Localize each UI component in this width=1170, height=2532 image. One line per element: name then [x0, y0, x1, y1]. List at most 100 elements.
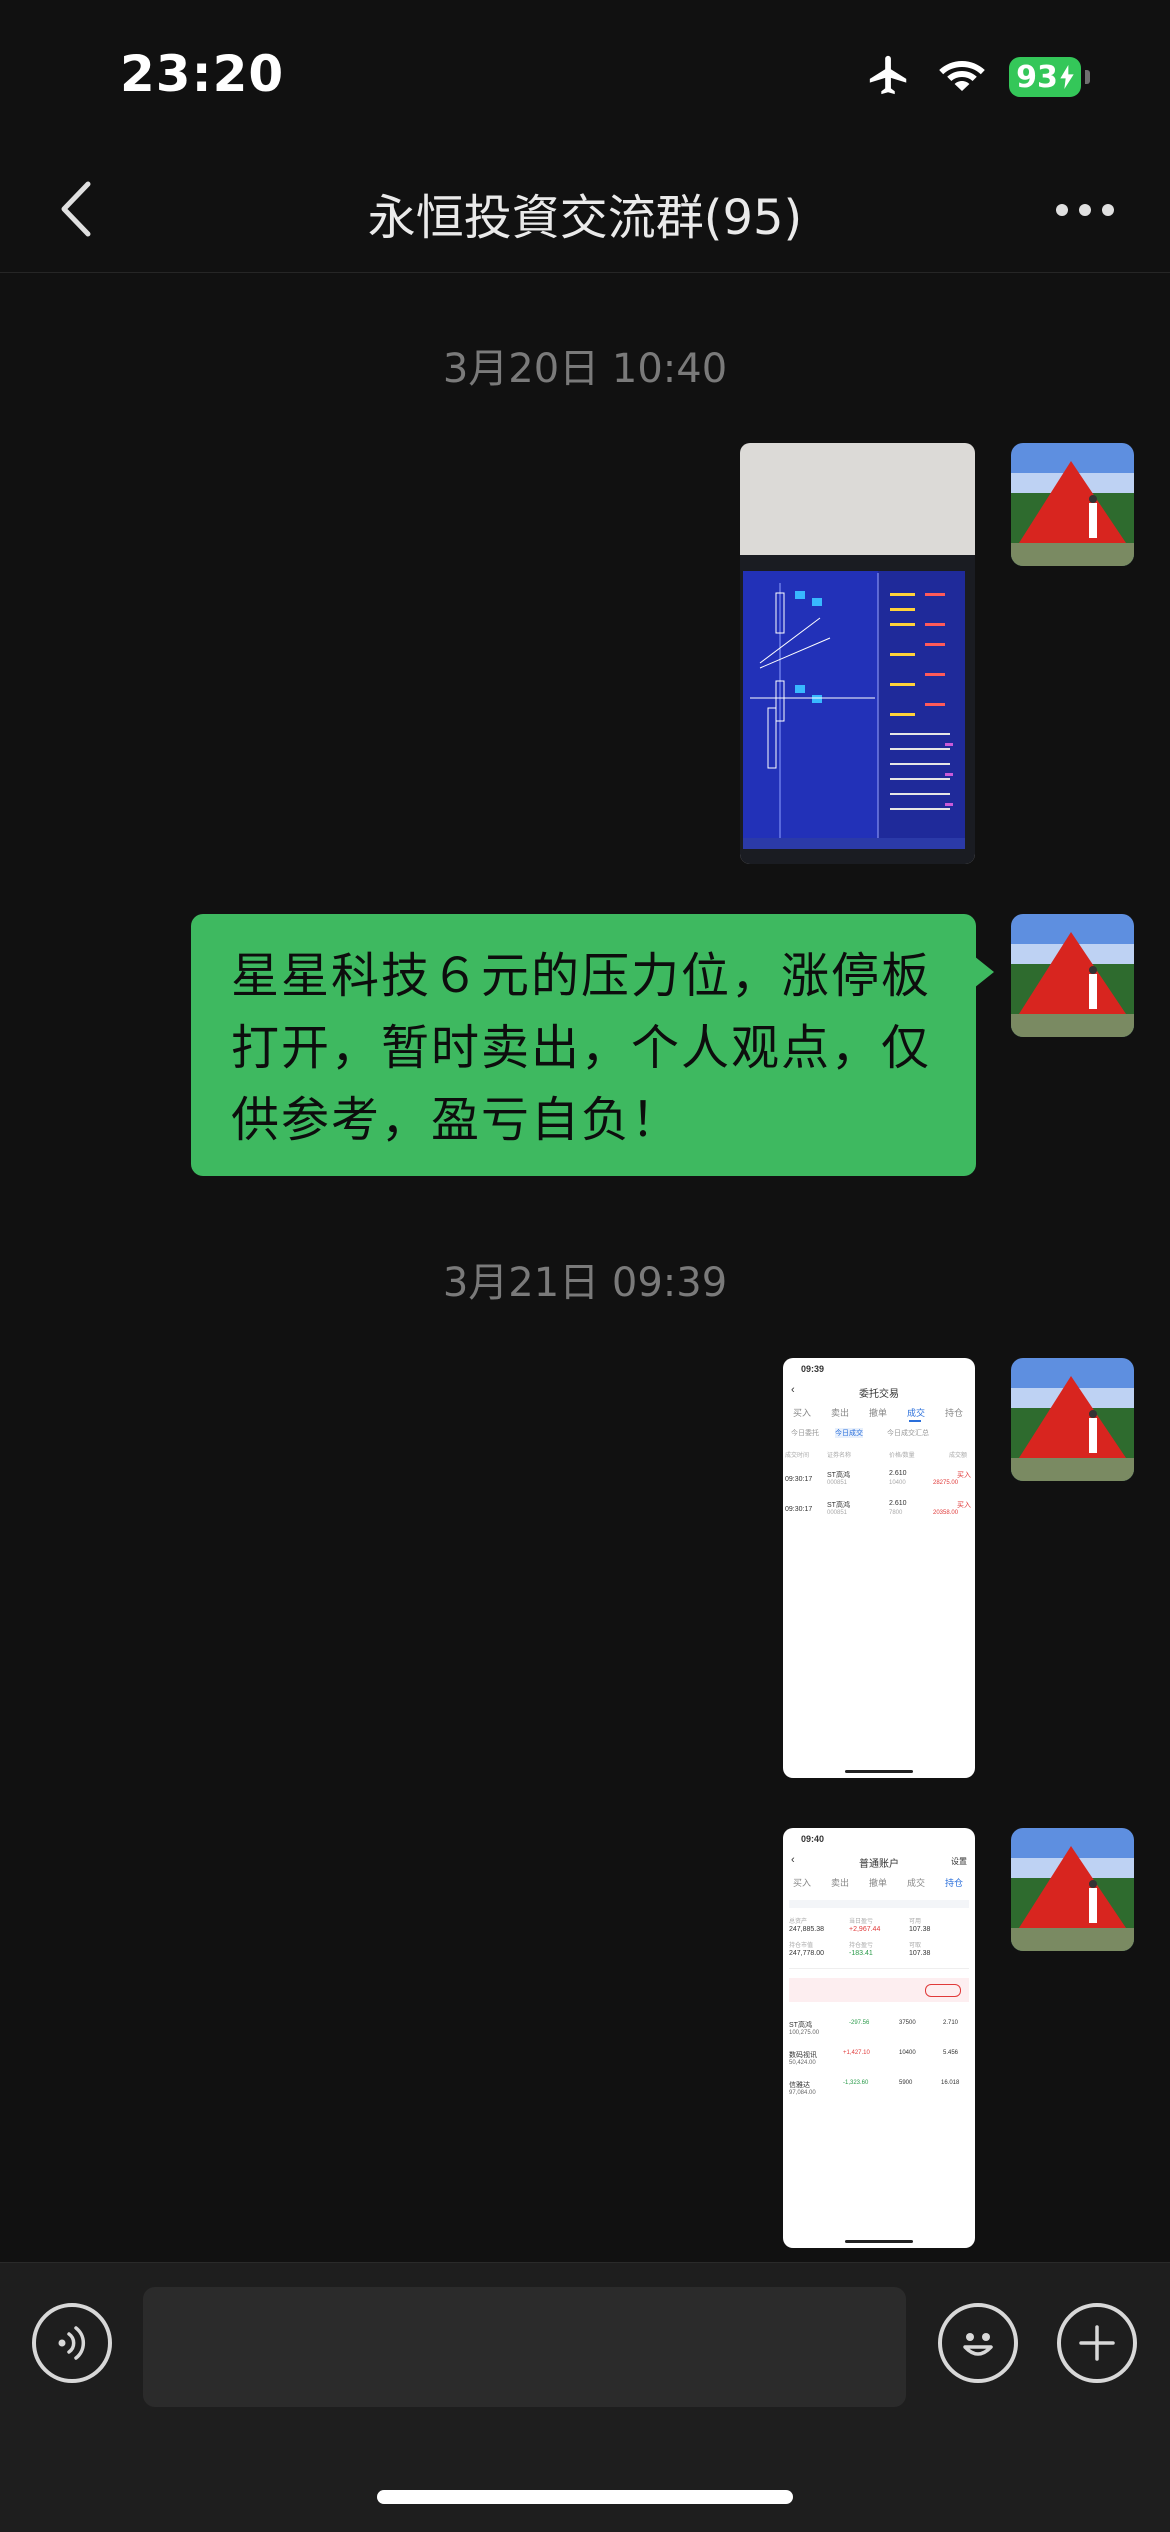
- emoji-icon: [963, 2333, 993, 2356]
- voice-icon: [58, 2326, 86, 2360]
- mini-summary-value: 247,778.00: [789, 1950, 825, 1957]
- mini-time: 09:39: [801, 1364, 825, 1374]
- mini-header: 价格/数量: [889, 1453, 915, 1459]
- mini-tab: 撤单: [869, 1878, 888, 1888]
- avatar[interactable]: [1011, 1828, 1134, 1951]
- mini-tab: 持仓: [945, 1408, 964, 1418]
- mini-cell: 买入: [957, 1472, 971, 1479]
- mini-summary-label: 持仓市值: [789, 1943, 814, 1949]
- avatar-image: [1011, 443, 1134, 566]
- message-time-label: 3月21日 09:39: [442, 1260, 728, 1306]
- mini-holding-qty: 37500: [899, 2020, 916, 2026]
- mini-holding-value: 100,275.00: [789, 2030, 820, 2036]
- status-time: 23:20: [120, 45, 285, 103]
- mini-cell: ST高鸿: [827, 1472, 850, 1479]
- message-line: 供参考，盈亏自负！: [231, 1092, 682, 1148]
- mini-cell: 7800: [889, 1510, 903, 1516]
- image-message-monitor-photo[interactable]: [740, 443, 975, 864]
- image-message-account-screenshot[interactable]: 09:40 ‹ 普通账户 设置 买入 卖出 撤单 成交 持仓 总资产 247,8…: [783, 1828, 975, 2248]
- avatar[interactable]: [1011, 443, 1134, 566]
- mini-settings: 设置: [951, 1857, 967, 1866]
- mini-holding-pnl: -1,323.60: [843, 2080, 869, 2086]
- mini-summary-value: 247,885.38: [789, 1926, 825, 1933]
- avatar[interactable]: [1011, 1358, 1134, 1481]
- plus-icon: [1079, 2325, 1115, 2361]
- mini-holding-pnl: -297.56: [849, 2020, 870, 2026]
- mini-cell: 09:30:17: [785, 1506, 813, 1513]
- message-line: 打开，暂时卖出，个人观点，仅: [231, 1020, 932, 1076]
- mini-back-icon: ‹: [791, 1384, 795, 1396]
- mini-holding-price: 16.018: [941, 2080, 960, 2086]
- mini-cell: 2.610: [889, 1500, 907, 1507]
- voice-button[interactable]: [32, 2303, 112, 2383]
- mini-filter: 今日成交汇总: [887, 1430, 929, 1437]
- mini-tab: 撤单: [869, 1408, 888, 1418]
- mini-filter: 今日委托: [791, 1430, 819, 1437]
- mini-holding-qty: 5900: [899, 2080, 913, 2086]
- mini-tab: 卖出: [831, 1878, 850, 1888]
- mini-summary-value: -183.41: [849, 1950, 873, 1957]
- mini-tab: 成交: [907, 1408, 926, 1418]
- mini-header: 成交时间: [785, 1453, 810, 1459]
- chat-title: 永恒投資交流群(95): [367, 190, 803, 246]
- mini-holding-value: 97,084.00: [789, 2090, 816, 2096]
- airplane-icon: [863, 52, 915, 102]
- mini-cell: ST高鸿: [827, 1502, 850, 1509]
- mini-summary-label: 可用: [909, 1919, 922, 1925]
- bubble-tail: [974, 956, 994, 988]
- wifi-icon: [937, 55, 987, 99]
- chevron-left-icon: [61, 181, 91, 237]
- mini-holding-name: 信雅达: [789, 2082, 810, 2089]
- mini-cell: 28275.00: [933, 1480, 959, 1486]
- image-message-trade-screenshot[interactable]: 09:39 ‹ 委托交易 买入 卖出 撤单 成交 持仓 今日委托 今日成交 今日…: [783, 1358, 975, 1778]
- mini-tab: 成交: [907, 1878, 926, 1888]
- more-button[interactable]: [1040, 180, 1130, 240]
- mini-title: 普通账户: [859, 1859, 899, 1870]
- mini-tab: 买入: [793, 1878, 812, 1888]
- nav-bar: 永恒投資交流群(95): [0, 150, 1170, 273]
- plus-button[interactable]: [1057, 2303, 1137, 2383]
- message-input[interactable]: [143, 2287, 906, 2407]
- mini-holding-pnl: +1,427.10: [843, 2050, 870, 2056]
- mini-tab: 持仓: [945, 1878, 964, 1888]
- emoji-button[interactable]: [938, 2303, 1018, 2383]
- mini-cell: 10400: [889, 1480, 906, 1486]
- mini-holding-value: 50,424.00: [789, 2060, 816, 2066]
- mini-header: 成交额: [949, 1453, 968, 1459]
- avatar-image: [1011, 1828, 1134, 1951]
- mini-title: 委托交易: [859, 1389, 899, 1400]
- mini-summary-value: 107.38: [909, 1950, 931, 1957]
- mini-holding-price: 2.710: [943, 2020, 959, 2026]
- status-bar: 23:20 93: [0, 0, 1170, 150]
- mini-header: 证券名称: [827, 1453, 852, 1459]
- message-time-label: 3月20日 10:40: [442, 346, 728, 392]
- mini-back-icon: ‹: [791, 1854, 795, 1866]
- mini-holding-price: 5.456: [943, 2050, 959, 2056]
- mini-cell: 000851: [827, 1510, 848, 1516]
- mini-holding-name: ST高鸿: [789, 2022, 812, 2029]
- mini-time: 09:40: [801, 1834, 825, 1844]
- message-line: 星星科技６元的压力位，涨停板: [231, 948, 932, 1004]
- mini-tab: 卖出: [831, 1408, 850, 1418]
- mini-summary-value: +2,967.44: [849, 1926, 881, 1933]
- mini-tab: 买入: [793, 1408, 812, 1418]
- mini-cell: 买入: [957, 1502, 971, 1509]
- mini-holding-name: 数码视讯: [789, 2052, 817, 2059]
- more-dots-icon: [1056, 204, 1114, 216]
- avatar[interactable]: [1011, 914, 1134, 1037]
- home-indicator[interactable]: [377, 2490, 793, 2504]
- battery-level: 93: [1009, 57, 1081, 97]
- battery-charging-icon: 93: [1009, 57, 1090, 97]
- mini-cell: 20358.00: [933, 1510, 959, 1516]
- back-button[interactable]: [40, 174, 110, 244]
- mini-cell: 000851: [827, 1480, 848, 1486]
- mini-summary-value: 107.38: [909, 1926, 931, 1933]
- text-message-bubble[interactable]: 星星科技６元的压力位，涨停板 打开，暂时卖出，个人观点，仅 供参考，盈亏自负！: [191, 914, 976, 1176]
- avatar-image: [1011, 1358, 1134, 1481]
- mini-filter: 今日成交: [835, 1428, 863, 1438]
- mini-summary-label: 总资产: [789, 1919, 808, 1925]
- mini-cell: 09:30:17: [785, 1476, 813, 1483]
- mini-holding-qty: 10400: [899, 2050, 916, 2056]
- chat-screen: 23:20 93 永恒投資交流群(95) 3月20日 10:40 星星科技６元的…: [0, 0, 1170, 2532]
- mini-summary-label: 当日盈亏: [849, 1919, 874, 1925]
